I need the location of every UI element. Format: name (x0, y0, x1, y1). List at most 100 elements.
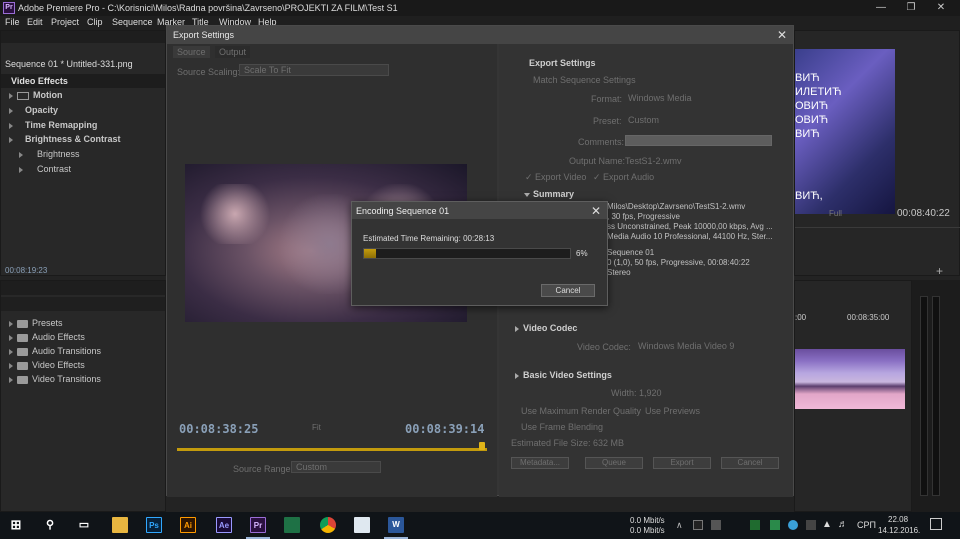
max-render-quality-checkbox[interactable]: Use Maximum Render Quality (521, 406, 641, 416)
export-audio-checkbox[interactable]: ✓ Export Audio (593, 172, 654, 183)
effect-motion[interactable]: Motion (9, 88, 63, 102)
minimize-icon[interactable]: — (866, 0, 896, 16)
effects-search-bar[interactable] (1, 297, 165, 311)
photoshop-icon[interactable]: Ps (146, 517, 162, 533)
width-value[interactable]: 1,920 (639, 388, 662, 398)
video-codec-select[interactable]: Windows Media Video 9 (635, 340, 765, 352)
expand-icon[interactable] (9, 122, 13, 129)
use-previews-checkbox[interactable]: Use Previews (645, 406, 700, 416)
expand-icon[interactable] (9, 334, 13, 341)
export-button[interactable]: Export (653, 457, 711, 469)
menu-project[interactable]: Project (51, 17, 79, 27)
expand-icon[interactable] (9, 136, 13, 143)
timecode-out[interactable]: 00:08:39:14 (405, 422, 484, 436)
language-indicator[interactable]: СРП (857, 520, 876, 530)
folder-audio-transitions[interactable]: Audio Transitions (9, 344, 101, 358)
menu-clip[interactable]: Clip (87, 17, 103, 27)
effect-time-remapping[interactable]: Time Remapping (9, 118, 97, 132)
clock-time[interactable]: 22.08 (888, 515, 908, 524)
effect-controls-timecode[interactable]: 00:08:19:23 (5, 266, 47, 275)
tab-source[interactable]: Source (173, 46, 210, 58)
after-effects-icon[interactable]: Ae (216, 517, 232, 533)
folder-video-effects[interactable]: Video Effects (9, 358, 85, 372)
menu-edit[interactable]: Edit (27, 17, 43, 27)
timecode-in[interactable]: 00:08:38:25 (179, 422, 258, 436)
folder-video-transitions[interactable]: Video Transitions (9, 372, 101, 386)
match-sequence-checkbox[interactable]: Match Sequence Settings (533, 75, 636, 85)
format-select[interactable]: Windows Media (625, 92, 705, 104)
summary-heading[interactable]: Summary (524, 189, 574, 199)
clock-date[interactable]: 14.12.2016. (878, 526, 920, 535)
close-window-icon[interactable]: ✕ (926, 0, 956, 16)
expand-icon[interactable] (9, 348, 13, 355)
progress-percent: 6% (576, 249, 588, 258)
expand-icon[interactable] (515, 372, 519, 379)
cancel-export-button[interactable]: Cancel (721, 457, 779, 469)
expand-icon[interactable] (9, 376, 13, 383)
windows-taskbar: ⊞ ⚲ ▭ Ps Ai Ae Pr W 0.0 Mbit/s 0.0 Mbit/… (0, 512, 960, 539)
menu-file[interactable]: File (5, 17, 20, 27)
tray-app-icon-4[interactable] (770, 520, 780, 530)
effect-opacity[interactable]: Opacity (9, 103, 58, 117)
volume-icon[interactable]: ♬ (838, 519, 848, 530)
tray-app-icon-2[interactable] (711, 520, 721, 530)
tab-output[interactable]: Output (215, 46, 251, 58)
title-bar: Pr Adobe Premiere Pro - C:\Korisnici\Mil… (0, 0, 960, 16)
expand-icon[interactable] (19, 151, 23, 158)
video-codec-heading[interactable]: Video Codec (515, 323, 577, 333)
fit-dropdown[interactable]: Fit (312, 423, 321, 432)
output-name-link[interactable]: TestS1-2.wmv (625, 156, 682, 166)
folder-audio-effects[interactable]: Audio Effects (9, 330, 85, 344)
action-center-icon[interactable] (930, 518, 942, 530)
premiere-icon[interactable]: Pr (250, 517, 266, 533)
preset-select[interactable]: Custom (625, 114, 705, 126)
expand-icon[interactable] (9, 320, 13, 327)
windows-start-icon[interactable]: ⊞ (8, 517, 24, 533)
source-scaling-select[interactable]: Scale To Fit (239, 64, 389, 76)
source-range-bar[interactable] (177, 448, 487, 451)
search-icon[interactable]: ⚲ (42, 517, 58, 533)
add-button-icon[interactable]: + (936, 264, 943, 278)
close-icon[interactable]: ✕ (777, 28, 787, 42)
frame-blending-checkbox[interactable]: Use Frame Blending (521, 422, 603, 432)
cancel-encoding-button[interactable]: Cancel (541, 284, 595, 297)
expand-icon[interactable] (9, 107, 13, 114)
wifi-icon[interactable]: ▲ (822, 519, 832, 530)
queue-button[interactable]: Queue (585, 457, 643, 469)
effect-controls-tab[interactable]: Sequence 01 * Untitled-331.png (5, 59, 133, 69)
expand-icon[interactable] (9, 92, 13, 99)
program-timecode[interactable]: 00:08:40:22 (897, 208, 950, 219)
comments-field[interactable] (625, 135, 772, 146)
tray-app-icon-3[interactable] (750, 520, 760, 530)
excel-icon[interactable] (284, 517, 300, 533)
fit-dropdown[interactable]: Full (829, 209, 842, 218)
param-contrast[interactable]: Contrast (19, 162, 71, 176)
timeline-clips[interactable] (795, 349, 905, 409)
menu-sequence[interactable]: Sequence (112, 17, 153, 27)
playhead-handle[interactable] (479, 442, 485, 450)
tray-app-icon-6[interactable] (806, 520, 816, 530)
metadata-button[interactable]: Metadata... (511, 457, 569, 469)
param-brightness[interactable]: Brightness (19, 147, 80, 161)
folder-presets[interactable]: Presets (9, 316, 63, 330)
basic-video-heading[interactable]: Basic Video Settings (515, 370, 612, 380)
notepad-icon[interactable] (354, 517, 370, 533)
export-settings-heading[interactable]: Export Settings (529, 58, 596, 68)
restore-icon[interactable]: ❐ (896, 0, 926, 16)
tray-app-icon[interactable] (693, 520, 703, 530)
tray-app-icon-5[interactable] (788, 520, 798, 530)
word-icon[interactable]: W (388, 517, 404, 533)
file-explorer-icon[interactable] (112, 517, 128, 533)
illustrator-icon[interactable]: Ai (180, 517, 196, 533)
expand-icon[interactable] (19, 166, 23, 173)
tray-chevron-icon[interactable]: ∧ (676, 520, 683, 531)
expand-icon[interactable] (515, 325, 519, 332)
collapse-icon[interactable] (524, 192, 530, 197)
expand-icon[interactable] (9, 362, 13, 369)
effect-brightness-contrast[interactable]: Brightness & Contrast (9, 132, 121, 146)
task-view-icon[interactable]: ▭ (76, 517, 92, 533)
chrome-icon[interactable] (320, 517, 336, 533)
close-icon[interactable]: ✕ (591, 204, 601, 218)
source-range-select[interactable]: Custom (291, 461, 381, 473)
export-video-checkbox[interactable]: ✓ Export Video (525, 172, 586, 183)
